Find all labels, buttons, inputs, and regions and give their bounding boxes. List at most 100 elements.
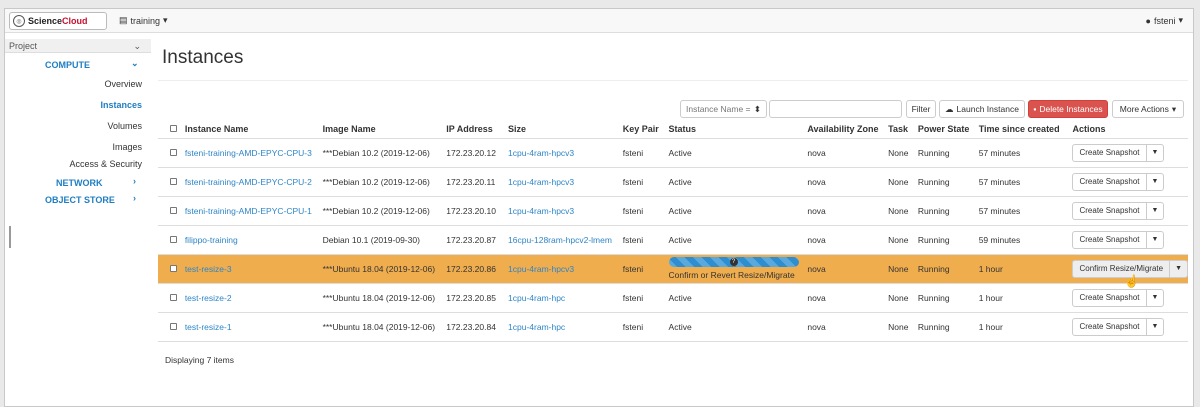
instance-name-link[interactable]: test-resize-3 [185, 264, 232, 274]
key-pair-cell: fsteni [622, 254, 669, 284]
project-selector-label: training [130, 15, 161, 26]
task-cell: None [888, 225, 918, 255]
time-since-created-cell: 1 hour [978, 283, 1073, 313]
row-action-split-button: Create Snapshot ▼ [1072, 230, 1165, 249]
table-row: filippo-training Debian 10.1 (2019-09-30… [158, 225, 1188, 255]
caret-down-icon[interactable]: ▼ [1147, 232, 1164, 248]
user-icon: ● [1145, 15, 1151, 26]
row-checkbox[interactable] [170, 264, 177, 272]
caret-down-icon: ▾ [1178, 15, 1183, 25]
power-state-cell: Running [917, 196, 979, 226]
ip-address-cell: 172.23.20.10 [446, 196, 509, 226]
caret-down-icon[interactable]: ▼ [1147, 290, 1164, 306]
sidebar-item-instances[interactable]: Instances [100, 99, 142, 111]
availability-zone-cell: nova [807, 254, 889, 284]
more-actions-label: More Actions [1119, 104, 1169, 114]
col-power-state[interactable]: Power State [917, 120, 979, 139]
row-checkbox[interactable] [170, 206, 177, 214]
size-link[interactable]: 1cpu-4ram-hpcv3 [508, 264, 574, 274]
col-task[interactable]: Task [888, 120, 918, 139]
main-content: Instances Instance Name = ⬍ Filter ☁ Lau… [158, 33, 1191, 406]
user-menu[interactable]: ● fsteni ▾ [1146, 15, 1183, 26]
row-action-split-button: Create Snapshot ▼ [1072, 172, 1165, 191]
top-navbar: ◎ Science Cloud ▤ training ▾ ● fsteni ▾ [5, 9, 1193, 33]
create-snapshot-button[interactable]: Create Snapshot [1073, 144, 1147, 161]
key-pair-cell: fsteni [622, 225, 669, 255]
delete-instances-button[interactable]: ▪ Delete Instances [1028, 100, 1108, 118]
row-checkbox[interactable] [170, 177, 177, 185]
sidebar-item-images[interactable]: Images [112, 141, 142, 153]
status-text: Confirm or Revert Resize/Migrate [668, 270, 795, 280]
filter-button[interactable]: Filter [906, 100, 936, 118]
create-snapshot-button[interactable]: Create Snapshot [1073, 202, 1147, 219]
sidebar-item-access-security[interactable]: Access & Security [69, 158, 142, 170]
instance-name-link[interactable]: fsteni-training-AMD-EPYC-CPU-2 [185, 177, 312, 187]
col-instance-name[interactable]: Instance Name [184, 120, 323, 139]
sidebar-resize-handle[interactable] [9, 226, 11, 248]
row-checkbox[interactable] [170, 322, 177, 330]
col-image-name[interactable]: Image Name [322, 120, 447, 139]
status-progress-bar: ? [668, 257, 799, 267]
sidebar-project[interactable]: Project ⌄ [5, 39, 151, 53]
size-link[interactable]: 16cpu-128ram-hpcv2-lmem [508, 235, 612, 245]
row-select-cell [158, 196, 185, 226]
project-selector[interactable]: ▤ training ▾ [119, 15, 168, 26]
select-all-checkbox[interactable] [170, 124, 177, 132]
col-key-pair[interactable]: Key Pair [622, 120, 669, 139]
sidebar-section-object-store[interactable]: OBJECT STORE [45, 194, 115, 206]
row-checkbox[interactable] [170, 293, 177, 301]
confirm-resize-migrate-button[interactable]: Confirm Resize/Migrate [1073, 260, 1171, 277]
col-time-since-created[interactable]: Time since created [978, 120, 1073, 139]
status-cell: Active [668, 196, 808, 226]
time-since-created-cell: 1 hour [978, 312, 1073, 342]
status-cell: Active [668, 225, 808, 255]
power-state-cell: Running [917, 312, 979, 342]
power-state-cell: Running [917, 254, 979, 284]
sidebar-section-compute[interactable]: COMPUTE [45, 59, 90, 71]
ip-address-cell: 172.23.20.84 [446, 312, 509, 342]
col-status[interactable]: Status [668, 120, 808, 139]
size-link[interactable]: 1cpu-4ram-hpcv3 [508, 148, 574, 158]
col-ip-address[interactable]: IP Address [446, 120, 509, 139]
instance-name-link[interactable]: filippo-training [185, 235, 238, 245]
col-availability-zone[interactable]: Availability Zone [807, 120, 889, 139]
instance-name-link[interactable]: test-resize-2 [185, 293, 232, 303]
instance-name-link[interactable]: fsteni-training-AMD-EPYC-CPU-1 [185, 206, 312, 216]
table-row: fsteni-training-AMD-EPYC-CPU-3 ***Debian… [158, 138, 1188, 168]
filter-field-select[interactable]: Instance Name = ⬍ [680, 100, 767, 118]
row-checkbox[interactable] [170, 235, 177, 243]
table-row: fsteni-training-AMD-EPYC-CPU-1 ***Debian… [158, 196, 1188, 226]
create-snapshot-button[interactable]: Create Snapshot [1073, 173, 1147, 190]
row-checkbox[interactable] [170, 148, 177, 156]
caret-down-icon[interactable]: ▼ [1170, 261, 1187, 277]
sidebar-item-volumes[interactable]: Volumes [107, 120, 142, 132]
create-snapshot-button[interactable]: Create Snapshot [1073, 318, 1147, 335]
caret-down-icon[interactable]: ▼ [1147, 145, 1164, 161]
filter-input[interactable] [769, 100, 902, 118]
more-actions-button[interactable]: More Actions ▾ [1112, 100, 1184, 118]
create-snapshot-button[interactable]: Create Snapshot [1073, 231, 1147, 248]
sciencecloud-logo[interactable]: ◎ Science Cloud [9, 12, 107, 30]
image-name-cell: ***Ubuntu 18.04 (2019-12-06) [322, 283, 447, 313]
size-link[interactable]: 1cpu-4ram-hpc [508, 293, 565, 303]
instance-name-cell: test-resize-1 [184, 312, 323, 342]
instance-name-link[interactable]: fsteni-training-AMD-EPYC-CPU-3 [185, 148, 312, 158]
caret-down-icon[interactable]: ▼ [1147, 174, 1164, 190]
instance-name-link[interactable]: test-resize-1 [185, 322, 232, 332]
size-link[interactable]: 1cpu-4ram-hpcv3 [508, 177, 574, 187]
sidebar-section-network[interactable]: NETWORK [56, 177, 103, 189]
sidebar-item-overview[interactable]: Overview [104, 78, 142, 90]
caret-down-icon[interactable]: ▼ [1147, 319, 1164, 335]
row-action-split-button: Create Snapshot ▼ [1072, 317, 1165, 336]
launch-instance-button[interactable]: ☁ Launch Instance [939, 100, 1025, 118]
caret-down-icon[interactable]: ▼ [1147, 203, 1164, 219]
size-link[interactable]: 1cpu-4ram-hpc [508, 322, 565, 332]
size-link[interactable]: 1cpu-4ram-hpcv3 [508, 206, 574, 216]
status-cell: Active [668, 312, 808, 342]
col-size[interactable]: Size [508, 120, 623, 139]
image-name-cell: ***Ubuntu 18.04 (2019-12-06) [322, 312, 447, 342]
size-cell: 1cpu-4ram-hpcv3 [508, 167, 623, 197]
key-pair-cell: fsteni [622, 167, 669, 197]
trash-icon: ▪ [1033, 104, 1037, 114]
create-snapshot-button[interactable]: Create Snapshot [1073, 289, 1147, 306]
